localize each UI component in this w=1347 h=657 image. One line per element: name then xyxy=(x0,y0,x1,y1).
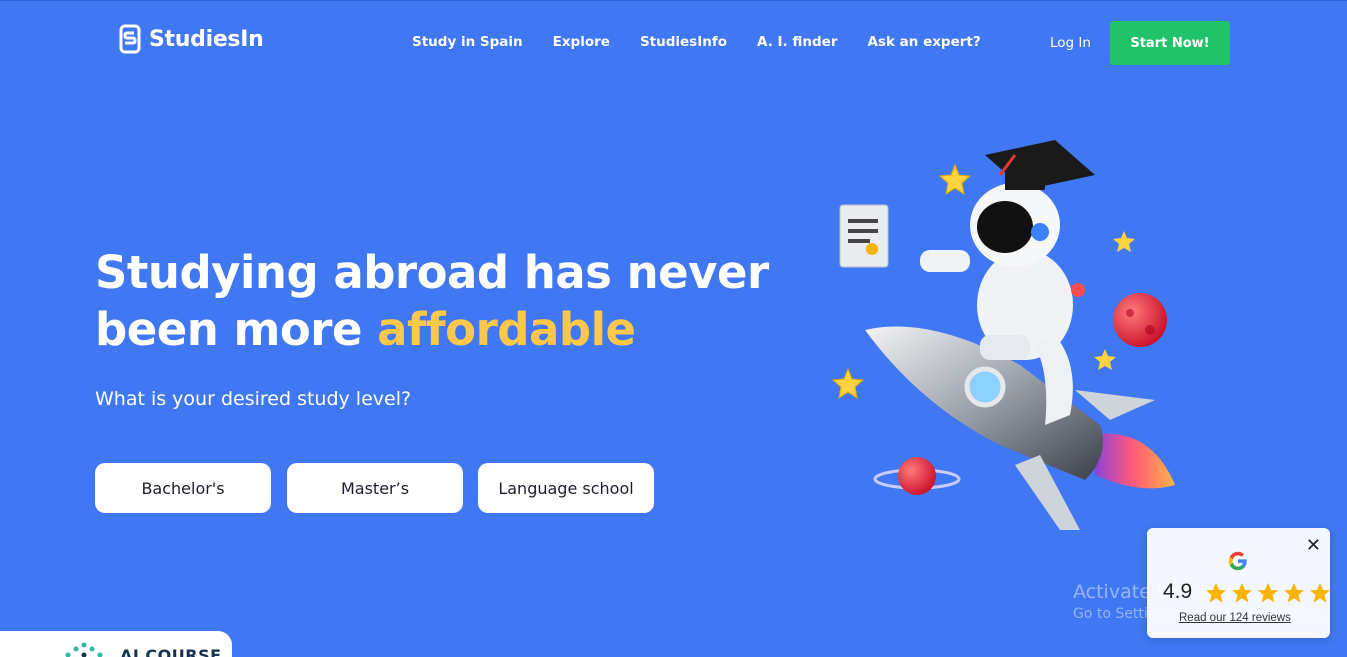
bachelors-button[interactable]: Bachelor's xyxy=(95,463,271,513)
google-icon xyxy=(1228,551,1247,571)
study-level-question: What is your desired study level? xyxy=(95,388,412,410)
nav-explore[interactable]: Explore xyxy=(553,34,610,50)
google-review-widget: ✕ 4.9 Read our 124 reviews xyxy=(1147,528,1330,638)
login-link[interactable]: Log In xyxy=(1050,35,1091,51)
nav-study-in-spain[interactable]: Study in Spain xyxy=(412,34,523,50)
brand-logo[interactable]: StudiesIn xyxy=(119,24,264,54)
studiesin-logo-icon xyxy=(119,24,141,54)
nav-ask-expert[interactable]: Ask an expert? xyxy=(867,34,980,50)
star-icon xyxy=(1232,583,1252,603)
star-icon xyxy=(1310,583,1330,603)
masters-button[interactable]: Master’s xyxy=(287,463,463,513)
star-icon xyxy=(831,367,865,400)
close-icon[interactable]: ✕ xyxy=(1306,536,1321,554)
star-icon xyxy=(1206,583,1226,603)
nav-ai-finder[interactable]: A. I. finder xyxy=(757,34,837,50)
graduation-cap-icon xyxy=(985,140,1095,190)
language-school-button[interactable]: Language school xyxy=(478,463,654,513)
ringed-planet-icon xyxy=(898,457,936,495)
certificate-icon xyxy=(839,204,889,268)
ai-course-label: AI COURSE xyxy=(120,646,222,657)
rating-stars xyxy=(1204,581,1332,605)
ai-course-logo-icon xyxy=(65,642,103,657)
hero-title: Studying abroad has never been more affo… xyxy=(95,244,795,358)
main-nav: Study in Spain Explore StudiesInfo A. I.… xyxy=(412,34,981,50)
ai-course-card[interactable]: AI COURSE xyxy=(0,631,232,657)
rating-value: 4.9 xyxy=(1163,580,1193,603)
star-icon xyxy=(1284,583,1304,603)
top-border xyxy=(0,0,1347,1)
read-reviews-link[interactable]: Read our 124 reviews xyxy=(1179,612,1291,624)
planet-icon xyxy=(1113,293,1167,347)
star-icon xyxy=(1258,583,1278,603)
star-icon xyxy=(1094,349,1116,370)
astronaut-rocket-illustration xyxy=(831,140,1175,530)
brand-name: StudiesIn xyxy=(149,26,264,52)
star-icon xyxy=(1113,231,1135,252)
hero-title-accent: affordable xyxy=(377,303,636,356)
star-icon xyxy=(938,163,972,196)
start-now-button[interactable]: Start Now! xyxy=(1110,21,1230,65)
nav-studiesinfo[interactable]: StudiesInfo xyxy=(640,34,727,50)
